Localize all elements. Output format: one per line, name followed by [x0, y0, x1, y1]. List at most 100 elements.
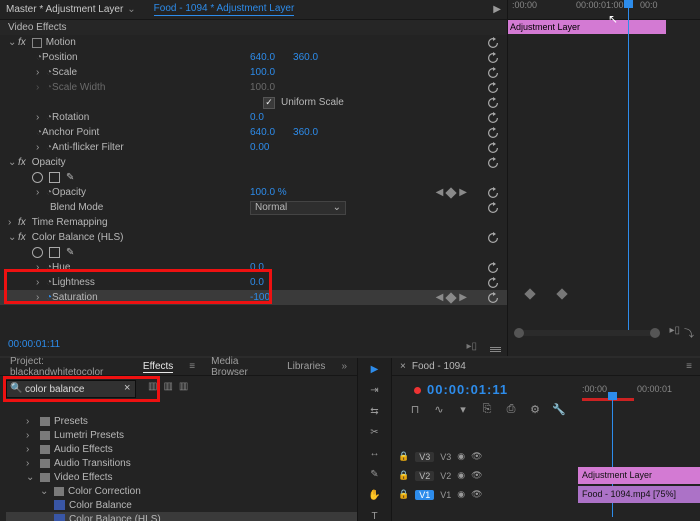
twirl-antiflicker[interactable] — [36, 142, 46, 153]
wrench-icon[interactable]: 🔧 — [552, 403, 566, 416]
tab-effects[interactable]: Effects — [143, 361, 173, 373]
snap-icon[interactable]: ⊓ — [408, 403, 422, 416]
reset-icon[interactable] — [487, 127, 499, 139]
tab-project[interactable]: Project: blackandwhitetocolor — [10, 356, 127, 378]
tree-color-balance[interactable]: Color Balance — [69, 500, 132, 511]
settings-icon[interactable]: ⚙ — [528, 403, 542, 416]
panel-menu-icon[interactable]: ≡ — [189, 361, 195, 372]
clip-adjustment-layer[interactable]: Adjustment Layer — [578, 467, 700, 484]
prop-antiflicker[interactable]: Anti-flicker Filter — [52, 142, 124, 153]
clip-video[interactable]: Food - 1094.mp4 [75%] — [578, 486, 700, 503]
slip-tool-icon[interactable]: ↔ — [366, 448, 384, 459]
selection-tool-icon[interactable]: ▶ — [366, 364, 384, 375]
tree-color-correction[interactable]: Color Correction — [68, 486, 141, 497]
preset-filter-icon[interactable]: ▥ — [163, 381, 172, 392]
tree-color-balance-hls[interactable]: Color Balance (HLS) — [69, 514, 161, 521]
reset-icon[interactable] — [487, 67, 499, 79]
reset-icon[interactable] — [487, 37, 499, 49]
timeline-timecode[interactable]: 00:00:01:11 — [427, 382, 508, 397]
tree-audio-effects[interactable]: Audio Effects — [54, 444, 113, 455]
rect-mask-icon[interactable] — [49, 172, 60, 183]
track-toggle-output[interactable]: V1 — [415, 490, 434, 500]
mute-icon[interactable]: ◉ — [457, 470, 465, 481]
prop-hue[interactable]: Hue — [52, 262, 70, 273]
reset-icon[interactable] — [487, 52, 499, 64]
keyframe-diamond[interactable] — [556, 288, 567, 299]
position-y[interactable]: 360.0 — [293, 52, 318, 63]
eye-icon[interactable]: 👁 — [471, 451, 482, 462]
preset-filter-icon[interactable]: ▥ — [179, 381, 188, 392]
lightness-value[interactable]: 0.0 — [250, 277, 264, 288]
prop-lightness[interactable]: Lightness — [52, 277, 95, 288]
overflow-icon[interactable]: » — [341, 361, 347, 372]
reset-icon[interactable] — [487, 187, 499, 199]
close-tab-icon[interactable]: × — [400, 361, 406, 372]
twirl-scale[interactable] — [36, 67, 46, 78]
eye-icon[interactable]: 👁 — [471, 489, 482, 500]
preset-filter-icon[interactable]: ▥ — [148, 381, 157, 392]
track-lane-v3[interactable] — [498, 448, 692, 465]
play-icon[interactable]: ▶ — [493, 4, 501, 15]
twirl-time-remap[interactable] — [8, 217, 18, 228]
panel-menu-icon[interactable]: ≡ — [686, 361, 692, 372]
twirl-lightness[interactable] — [36, 277, 46, 288]
track-toggle-output[interactable]: V3 — [415, 452, 434, 462]
prop-scale[interactable]: Scale — [52, 67, 77, 78]
reset-icon[interactable] — [487, 112, 499, 124]
zoom-handle-right[interactable] — [650, 328, 660, 338]
effect-opacity[interactable]: Opacity — [32, 157, 66, 168]
twirl-rotation[interactable] — [36, 112, 46, 123]
twirl-scale-width[interactable] — [36, 82, 46, 93]
track-lane-v1[interactable]: Food - 1094.mp4 [75%] — [498, 486, 692, 503]
prev-keyframe-icon[interactable]: ◀ — [436, 187, 444, 198]
effects-search-input[interactable] — [6, 380, 136, 398]
twirl-icon[interactable] — [26, 458, 36, 469]
twirl-opacity-prop[interactable] — [36, 187, 46, 198]
insert-icon[interactable]: ⎘ — [480, 403, 494, 416]
twirl-icon[interactable] — [40, 486, 50, 497]
transform-icon[interactable] — [32, 38, 42, 48]
ellipse-mask-icon[interactable] — [32, 172, 43, 183]
pen-mask-icon[interactable]: ✎ — [66, 172, 74, 183]
lock-icon[interactable]: 🔒 — [398, 451, 409, 462]
twirl-color-balance[interactable] — [8, 232, 18, 243]
razor-tool-icon[interactable]: ✂ — [366, 427, 384, 438]
ec-zoom-scrollbar[interactable] — [514, 330, 660, 336]
add-keyframe-icon[interactable] — [446, 187, 457, 198]
twirl-hue[interactable] — [36, 262, 46, 273]
reset-icon[interactable] — [487, 262, 499, 274]
wrap-icon[interactable]: ⤵ — [684, 325, 694, 340]
track-lane-v2[interactable]: Adjustment Layer — [498, 467, 692, 484]
zoom-handle-left[interactable] — [514, 328, 524, 338]
ec-playhead[interactable] — [628, 3, 629, 330]
tree-presets[interactable]: Presets — [54, 416, 88, 427]
blend-mode-select[interactable]: Normal ⌄ — [250, 201, 346, 215]
chevron-down-icon[interactable]: ⌄ — [127, 4, 135, 15]
reset-icon[interactable] — [487, 82, 499, 94]
pen-tool-icon[interactable]: ✎ — [366, 469, 384, 480]
next-keyframe-icon[interactable]: ▶ — [459, 292, 467, 303]
toggle-icon[interactable]: ▸▯ — [669, 325, 680, 340]
add-keyframe-icon[interactable] — [446, 292, 457, 303]
scale-value[interactable]: 100.0 — [250, 67, 275, 78]
tab-media-browser[interactable]: Media Browser — [211, 356, 271, 378]
track-select-tool-icon[interactable]: ⇥ — [366, 385, 384, 396]
marker-icon[interactable]: ▾ — [456, 403, 470, 416]
lock-icon[interactable]: 🔒 — [398, 489, 409, 500]
prev-keyframe-icon[interactable]: ◀ — [436, 292, 444, 303]
sequence-tab[interactable]: Food - 1094 — [412, 361, 466, 372]
ec-timeline-ruler[interactable]: :00:00 00:00:01:00 00:0 — [508, 0, 700, 20]
hand-tool-icon[interactable]: ✋ — [366, 490, 384, 501]
position-x[interactable]: 640.0 — [250, 52, 275, 63]
reset-icon[interactable] — [487, 97, 499, 109]
tree-audio-transitions[interactable]: Audio Transitions — [54, 458, 131, 469]
tab-libraries[interactable]: Libraries — [287, 361, 325, 372]
type-tool-icon[interactable]: T — [366, 511, 384, 521]
tree-lumetri[interactable]: Lumetri Presets — [54, 430, 124, 441]
reset-icon[interactable] — [487, 202, 499, 214]
ellipse-mask-icon[interactable] — [32, 247, 43, 258]
hue-value[interactable]: 0.0 — [250, 262, 264, 273]
twirl-saturation[interactable] — [36, 292, 46, 303]
pen-mask-icon[interactable]: ✎ — [66, 247, 74, 258]
panel-menu-icon[interactable] — [490, 347, 501, 352]
